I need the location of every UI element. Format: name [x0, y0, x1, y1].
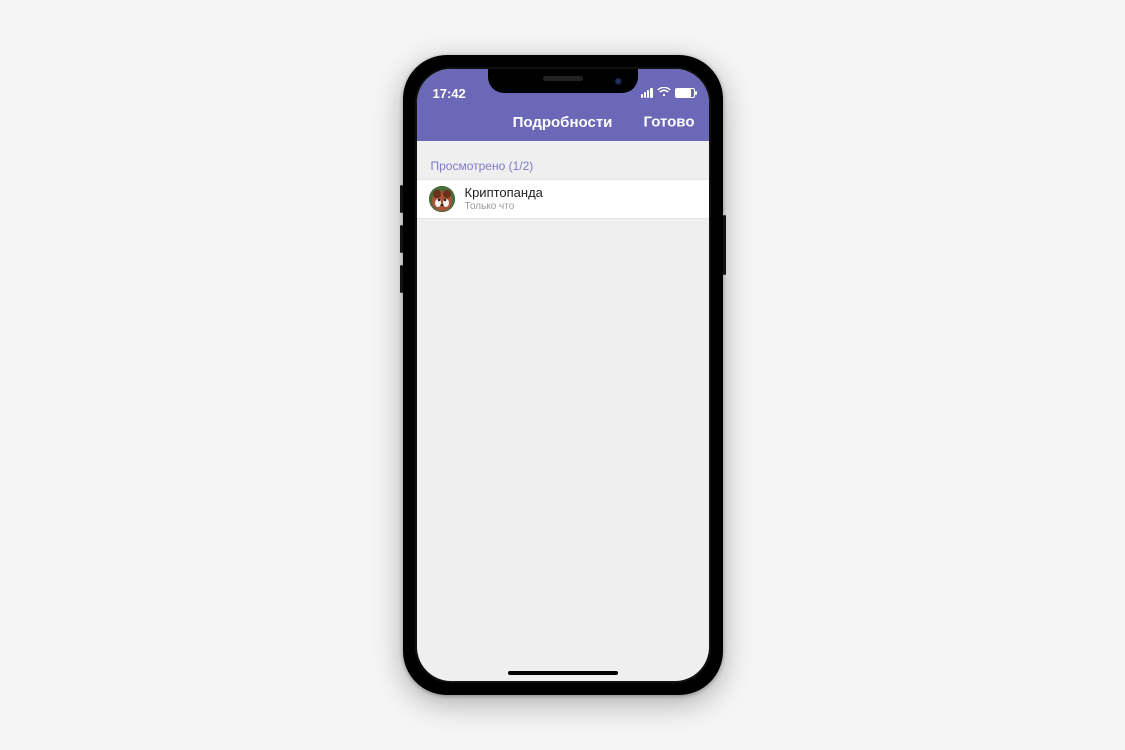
- status-time: 17:42: [433, 86, 466, 101]
- list-item-name: Криптопанда: [465, 186, 543, 201]
- speaker-grille: [543, 76, 583, 81]
- cellular-signal-icon: [641, 88, 653, 98]
- list-item-text: Криптопанда Только что: [465, 186, 543, 212]
- battery-icon: [675, 88, 695, 98]
- page-title: Подробности: [513, 114, 613, 131]
- stage: 17:42 Подробности Готово: [0, 0, 1125, 750]
- section-header-seen: Просмотрено (1/2): [417, 141, 709, 179]
- home-indicator[interactable]: [508, 671, 618, 675]
- status-right-cluster: [641, 85, 695, 100]
- wifi-icon: [657, 85, 671, 100]
- phone-screen: 17:42 Подробности Готово: [417, 69, 709, 681]
- list-item-subtitle: Только что: [465, 201, 543, 213]
- list-item[interactable]: Криптопанда Только что: [417, 179, 709, 219]
- red-panda-avatar-icon: [429, 186, 455, 212]
- notch: [488, 69, 638, 93]
- done-button[interactable]: Готово: [643, 114, 694, 131]
- front-camera: [615, 78, 622, 85]
- phone-frame: 17:42 Подробности Готово: [403, 55, 723, 695]
- phone-bezel: 17:42 Подробности Готово: [415, 67, 711, 683]
- nav-bar: Подробности Готово: [417, 103, 709, 141]
